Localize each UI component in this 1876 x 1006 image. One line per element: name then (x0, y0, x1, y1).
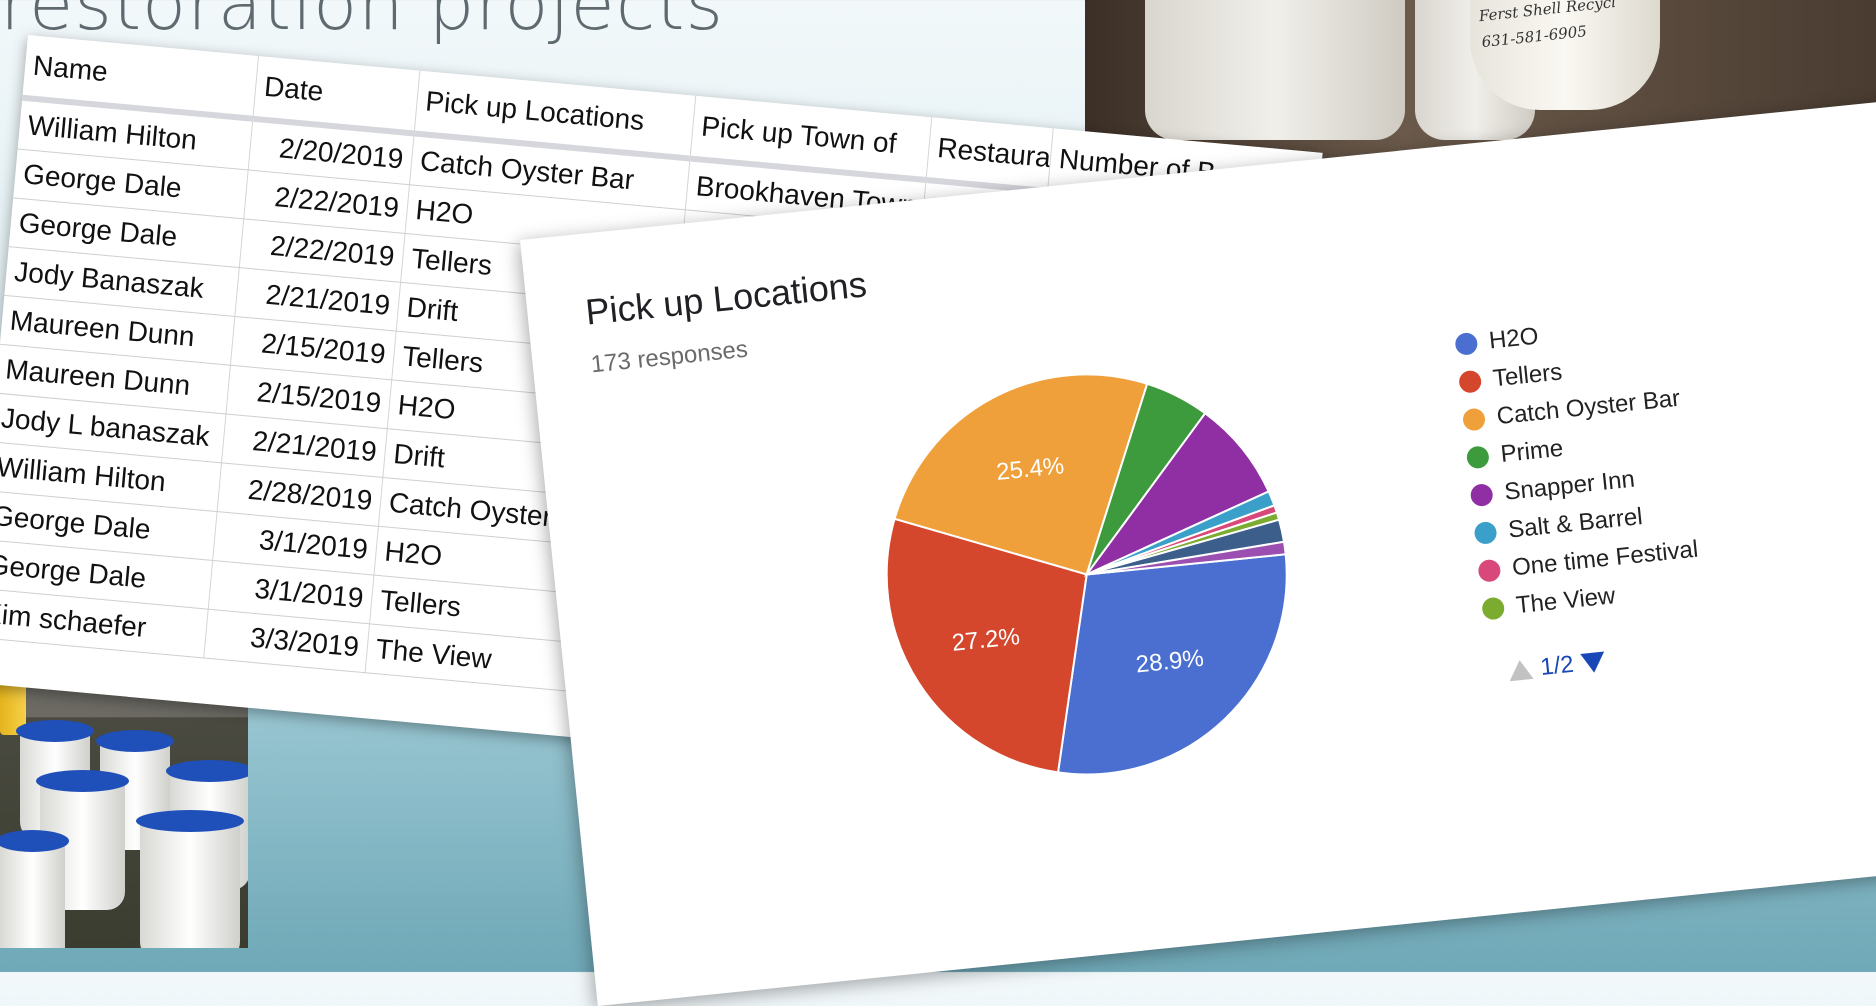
legend-swatch (1481, 596, 1506, 621)
chart-title: Pick up Locations (583, 263, 869, 333)
slide-title: restoration projects (0, 0, 725, 46)
legend-swatch (1461, 407, 1487, 432)
legend-swatch (1454, 331, 1479, 356)
pie-chart: 28.9%27.2%25.4% (885, 373, 1288, 776)
chart-card: Pick up Locations 173 responses 28.9% 27.… (520, 100, 1876, 1006)
pager-label: 1/2 (1539, 650, 1576, 681)
legend-swatch (1465, 445, 1490, 470)
legend-pager: 1/2 (1507, 648, 1607, 686)
legend-swatch (1473, 520, 1498, 545)
bucket (0, 830, 69, 948)
legend-label: The View (1514, 582, 1617, 620)
response-count: 173 responses (589, 335, 750, 379)
pager-up-icon[interactable] (1507, 658, 1534, 682)
legend-swatch (1458, 369, 1483, 394)
legend-label: Prime (1499, 434, 1565, 468)
bucket (136, 810, 244, 948)
legend-label: Tellers (1491, 358, 1564, 393)
chart-legend: H2O Tellers Catch Oyster Bar Prime Snapper I… (1453, 304, 1703, 629)
legend-swatch (1477, 558, 1502, 583)
legend-label: H2O (1487, 322, 1540, 355)
pager-down-icon[interactable] (1580, 651, 1607, 674)
legend-swatch (1469, 483, 1494, 508)
pants-left (1145, 0, 1405, 140)
header-restaurant[interactable]: Restaura (926, 117, 1054, 192)
